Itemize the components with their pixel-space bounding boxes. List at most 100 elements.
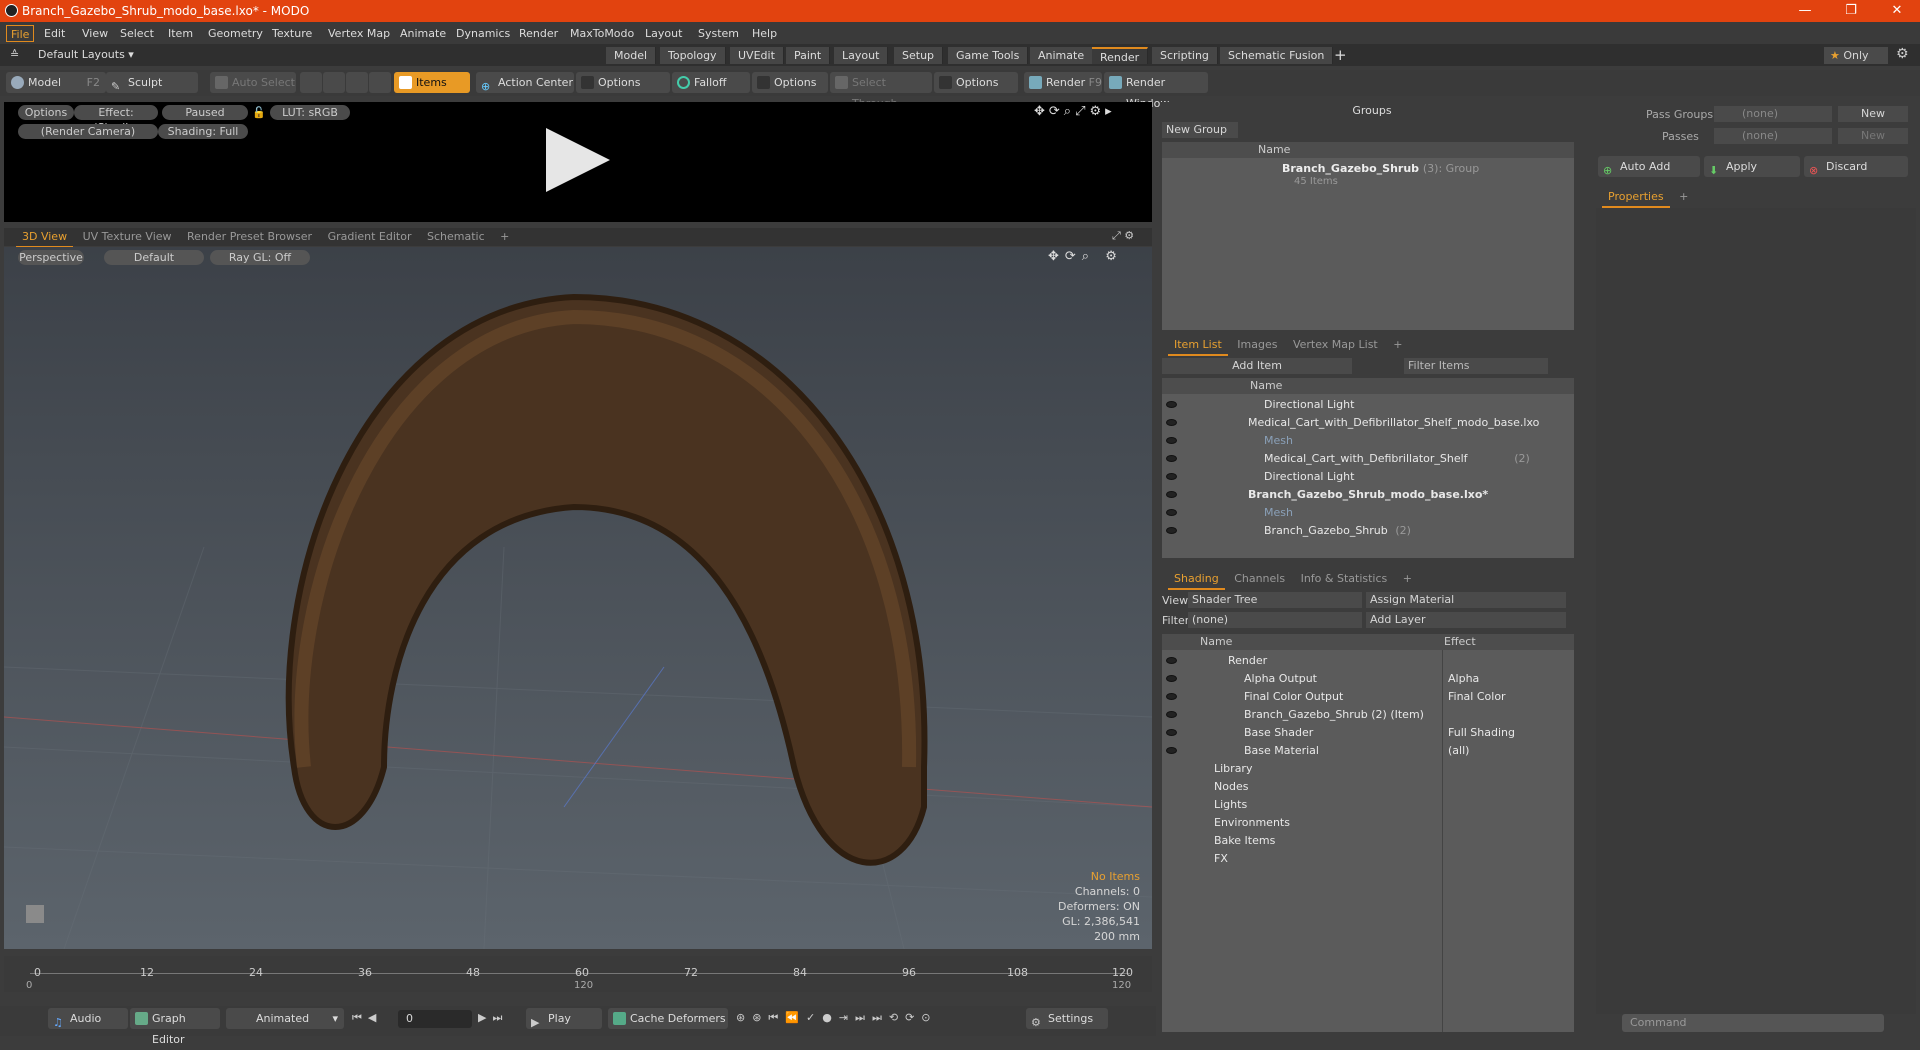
- select-through-button[interactable]: Select Through: [830, 72, 932, 110]
- vertex-mode-icon[interactable]: [300, 72, 322, 93]
- pass-groups-new-button[interactable]: New: [1838, 106, 1908, 122]
- visibility-eye-icon[interactable]: [1166, 401, 1177, 408]
- timeline[interactable]: 0 12 24 36 48 60 72 84 96 108 120 0 120 …: [4, 956, 1152, 992]
- item-list-row[interactable]: Branch_Gazebo_Shrub_modo_base.lxo*: [1162, 486, 1574, 504]
- tab-render[interactable]: Render: [1092, 47, 1149, 64]
- group-item-label[interactable]: Branch_Gazebo_Shrub (3): Group: [1282, 162, 1479, 175]
- assign-material-button[interactable]: Assign Material: [1366, 592, 1566, 608]
- visibility-eye-icon[interactable]: [1166, 657, 1177, 664]
- skip-forward-icons[interactable]: ▶⏭: [478, 1011, 508, 1025]
- tab-render-preset-browser[interactable]: Render Preset Browser: [181, 228, 318, 246]
- tab-vertex-map-list[interactable]: Vertex Map List: [1287, 336, 1384, 354]
- item-list-row[interactable]: Medical_Cart_with_Defibrillator_Shelf (2): [1162, 450, 1574, 468]
- tab-game-tools[interactable]: Game Tools: [948, 47, 1029, 64]
- sculpt-mode-button[interactable]: ✎ Sculpt: [106, 72, 198, 93]
- settings-button[interactable]: ⚙ Settings: [1026, 1008, 1108, 1029]
- only-toggle[interactable]: ★ Only: [1824, 47, 1888, 64]
- layout-collapse-icon[interactable]: ≙: [10, 48, 19, 61]
- animated-dropdown[interactable]: Animated ▾: [226, 1008, 344, 1029]
- model-mode-button[interactable]: Model F2: [6, 72, 106, 93]
- menu-animate[interactable]: Animate: [396, 25, 450, 42]
- render-button[interactable]: Render F9: [1024, 72, 1102, 93]
- tab-topology[interactable]: Topology: [660, 47, 726, 64]
- menu-geometry[interactable]: Geometry: [204, 25, 267, 42]
- lut-dropdown[interactable]: LUT: sRGB: [270, 105, 350, 120]
- visibility-eye-icon[interactable]: [1166, 711, 1177, 718]
- action-center-button[interactable]: ⊕ Action Center: [476, 72, 574, 93]
- 3d-viewport[interactable]: Perspective Default Ray GL: Off ✥⟳⌕ ⚙ No…: [4, 247, 1152, 949]
- menu-help[interactable]: Help: [748, 25, 781, 42]
- tab-item-list[interactable]: Item List: [1168, 336, 1228, 356]
- material-mode-icon[interactable]: [369, 72, 391, 93]
- visibility-eye-icon[interactable]: [1166, 693, 1177, 700]
- preview-effect-dropdown[interactable]: Effect: (Shadi...: [74, 105, 158, 134]
- shader-tree-row[interactable]: Library: [1162, 760, 1574, 778]
- render-camera-dropdown[interactable]: (Render Camera): [18, 124, 158, 139]
- visibility-eye-icon[interactable]: [1166, 473, 1177, 480]
- add-view-tab-icon[interactable]: +: [494, 228, 515, 246]
- shader-tree-row[interactable]: Render: [1162, 652, 1574, 670]
- menu-vertex-map[interactable]: Vertex Map: [324, 25, 394, 42]
- tab-layout[interactable]: Layout: [834, 47, 889, 64]
- visibility-eye-icon[interactable]: [1166, 437, 1177, 444]
- action-center-options-button[interactable]: Options: [576, 72, 670, 93]
- menu-layout[interactable]: Layout: [641, 25, 686, 42]
- passes-new-button[interactable]: New: [1838, 128, 1908, 144]
- tab-uvedit[interactable]: UVEdit: [730, 47, 784, 64]
- keyframe-icons[interactable]: ⊛⊛⏮⏪✓●⇥⏭⏭⟲⟳⊙: [736, 1011, 938, 1025]
- default-layouts-dropdown[interactable]: Default Layouts ▾: [38, 48, 134, 61]
- visibility-eye-icon[interactable]: [1166, 729, 1177, 736]
- shader-tree[interactable]: Name Effect Render Alpha Output Alpha Final…: [1162, 634, 1574, 1032]
- raygl-dropdown[interactable]: Ray GL: Off: [210, 250, 310, 265]
- menu-texture[interactable]: Texture: [268, 25, 316, 42]
- gazebo-shrub-mesh[interactable]: [285, 293, 928, 866]
- preview-options-button[interactable]: Options: [18, 105, 74, 120]
- visibility-eye-icon[interactable]: [1166, 455, 1177, 462]
- restore-icon[interactable]: ❐: [1828, 0, 1874, 22]
- tab-animate[interactable]: Animate: [1030, 47, 1094, 64]
- tab-schematic-fusion[interactable]: Schematic Fusion: [1220, 47, 1334, 64]
- visibility-eye-icon[interactable]: [1166, 419, 1177, 426]
- visibility-eye-icon[interactable]: [1166, 747, 1177, 754]
- auto-add-button[interactable]: ⊕ Auto Add: [1598, 156, 1700, 177]
- tab-model[interactable]: Model: [606, 47, 657, 64]
- select-through-options-button[interactable]: Options: [934, 72, 1018, 93]
- item-tree[interactable]: Name Directional Light Medical_Cart_with_…: [1162, 378, 1574, 558]
- add-tab-icon[interactable]: +: [1334, 46, 1347, 64]
- frame-input[interactable]: 0: [398, 1010, 472, 1028]
- tab-gradient-editor[interactable]: Gradient Editor: [322, 228, 418, 246]
- filter-items-input[interactable]: Filter Items: [1404, 358, 1548, 374]
- tab-info-statistics[interactable]: Info & Statistics: [1295, 570, 1394, 588]
- menu-system[interactable]: System: [694, 25, 743, 42]
- item-list-row[interactable]: Mesh: [1162, 504, 1574, 522]
- tab-schematic[interactable]: Schematic: [421, 228, 491, 246]
- tab-3d-view[interactable]: 3D View: [16, 228, 74, 248]
- tab-scripting[interactable]: Scripting: [1152, 47, 1218, 64]
- groups-list[interactable]: Name Branch_Gazebo_Shrub (3): Group 45 I…: [1162, 142, 1574, 330]
- viewport-nav-icons[interactable]: ✥⟳⌕ ⚙: [1048, 249, 1123, 264]
- items-mode-button[interactable]: Items: [394, 72, 470, 93]
- edge-mode-icon[interactable]: [323, 72, 345, 93]
- pass-groups-dropdown[interactable]: (none): [1714, 106, 1832, 122]
- item-list-row[interactable]: Directional Light: [1162, 468, 1574, 486]
- render-window-button[interactable]: Render Window: [1104, 72, 1208, 110]
- perspective-dropdown[interactable]: Perspective: [18, 250, 84, 265]
- view-maximize-icon[interactable]: ⤢ ⚙: [1112, 229, 1134, 243]
- item-list-row[interactable]: Mesh: [1162, 432, 1574, 450]
- item-list-row[interactable]: Directional Light: [1162, 396, 1574, 414]
- play-button[interactable]: ▶ Play: [526, 1008, 602, 1029]
- preview-nav-icons[interactable]: ✥⟳⌕⤢⚙▸: [1034, 104, 1116, 119]
- tab-properties[interactable]: Properties: [1602, 188, 1670, 208]
- menu-edit[interactable]: Edit: [40, 25, 69, 42]
- shading-style-dropdown[interactable]: Default: [104, 250, 204, 265]
- add-item-dropdown[interactable]: Add Item: [1162, 358, 1352, 374]
- passes-dropdown[interactable]: (none): [1714, 128, 1832, 144]
- falloff-options-button[interactable]: Options: [752, 72, 828, 93]
- apply-button[interactable]: ⬇ Apply: [1704, 156, 1800, 177]
- shader-tree-row[interactable]: Nodes: [1162, 778, 1574, 796]
- shading-dropdown[interactable]: Shading: Full: [158, 124, 248, 139]
- command-input[interactable]: Command: [1622, 1014, 1884, 1032]
- auto-select-button[interactable]: Auto Select: [210, 72, 296, 93]
- new-group-button[interactable]: New Group: [1162, 122, 1238, 138]
- menu-file[interactable]: File: [6, 25, 35, 42]
